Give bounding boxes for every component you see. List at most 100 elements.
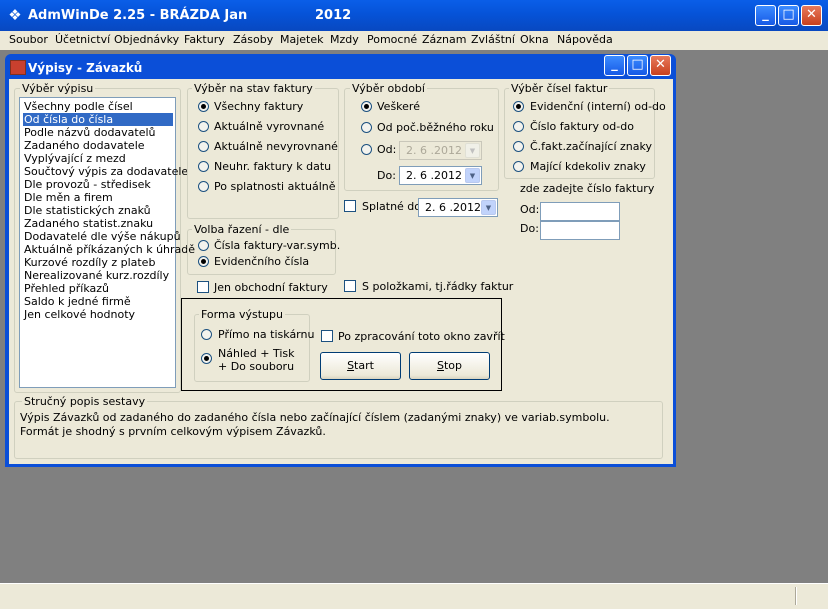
invoice-state-radio-settled[interactable]: [198, 121, 209, 132]
only-business-checkbox[interactable]: [197, 281, 209, 293]
invoice-state-label-settled[interactable]: Aktuálně vyrovnané: [214, 120, 324, 133]
menu-zasoby[interactable]: Zásoby: [233, 33, 273, 46]
invoice-numbers-label-starting[interactable]: Č.fakt.začínající znaky: [530, 140, 652, 153]
list-item[interactable]: Kurzové rozdíly z plateb: [23, 256, 156, 269]
invoice-numbers-radio-starting[interactable]: [513, 141, 524, 152]
invoice-state-label-unsettled[interactable]: Aktuálně nevyrovnané: [214, 140, 338, 153]
menu-okna[interactable]: Okna: [520, 33, 549, 46]
stop-button-hotkey: S: [436, 359, 444, 372]
list-item[interactable]: Dle měn a firem: [23, 191, 114, 204]
app-year: 2012: [315, 8, 352, 23]
period-to-date-picker[interactable]: 2. 6 .2012 ▼: [399, 166, 482, 185]
menu-zaznam[interactable]: Záznam: [422, 33, 466, 46]
invoice-numbers-radio-internal[interactable]: [513, 101, 524, 112]
dialog-close-button[interactable]: ✕: [650, 55, 671, 76]
close-after-checkbox[interactable]: [321, 330, 333, 342]
dropdown-arrow-icon: ▼: [465, 143, 480, 158]
list-item[interactable]: Dle statistických znaků: [23, 204, 152, 217]
list-item[interactable]: Aktuálně příkázaných k úhradě: [23, 243, 196, 256]
period-label-to: Do:: [377, 169, 396, 182]
close-after-label[interactable]: Po zpracování toto okno zavřít: [338, 330, 505, 343]
period-radio-year-start[interactable]: [361, 122, 372, 133]
report-listbox[interactable]: Všechny podle čísel Od čísla do čísla Po…: [19, 97, 195, 388]
description-legend: Stručný popis sestavy: [22, 395, 148, 408]
menu-zvlastni[interactable]: Zvláštní: [471, 33, 515, 46]
due-date-checkbox[interactable]: [344, 200, 356, 212]
list-item[interactable]: Všechny podle čísel: [23, 100, 134, 113]
app-logo-icon[interactable]: ❖: [5, 6, 25, 24]
list-item[interactable]: Vyplývající z mezd: [23, 152, 127, 165]
list-item[interactable]: Saldo k jedné firmě: [23, 295, 132, 308]
invoice-state-label-overdue[interactable]: Po splatnosti aktuálně: [214, 180, 336, 193]
menu-faktury[interactable]: Faktury: [184, 33, 225, 46]
period-to-date-value: 2. 6 .2012: [406, 169, 462, 182]
only-business-label[interactable]: Jen obchodní faktury: [214, 281, 328, 294]
with-items-label[interactable]: S položkami, tj.řádky faktur: [362, 280, 513, 293]
period-label-from[interactable]: Od:: [377, 143, 396, 156]
list-item[interactable]: Přehled příkazů: [23, 282, 110, 295]
menu-majetek[interactable]: Majetek: [280, 33, 324, 46]
menu-soubor[interactable]: Soubor: [9, 33, 48, 46]
list-item[interactable]: Součtový výpis za dodavatele: [23, 165, 189, 178]
output-label-preview-line2[interactable]: + Do souboru: [218, 360, 294, 373]
report-select-legend: Výběr výpisu: [20, 82, 96, 95]
period-label-year-start[interactable]: Od poč.běžného roku: [377, 121, 494, 134]
period-radio-all[interactable]: [361, 101, 372, 112]
invoice-number-from-input[interactable]: [540, 202, 620, 221]
with-items-checkbox[interactable]: [344, 280, 356, 292]
invoice-state-radio-unpaid-at-date[interactable]: [198, 161, 209, 172]
menu-pomocne[interactable]: Pomocné: [367, 33, 417, 46]
list-item[interactable]: Nerealizované kurz.rozdíly: [23, 269, 170, 282]
dialog-maximize-button[interactable]: □: [627, 55, 648, 76]
invoice-numbers-label-internal[interactable]: Evidenční (interní) od-do: [530, 100, 666, 113]
output-radio-preview[interactable]: [201, 353, 212, 364]
stop-button[interactable]: Stop: [409, 352, 490, 380]
invoice-numbers-radio-anywhere[interactable]: [513, 161, 524, 172]
app-close-button[interactable]: ✕: [801, 5, 822, 26]
invoice-state-radio-all[interactable]: [198, 101, 209, 112]
invoice-numbers-label-number[interactable]: Číslo faktury od-do: [530, 120, 634, 133]
close-icon: ✕: [655, 57, 666, 72]
invoice-state-label-all[interactable]: Všechny faktury: [214, 100, 303, 113]
maximize-icon: □: [631, 57, 644, 72]
due-date-picker[interactable]: 2. 6 .2012 ▼: [418, 198, 498, 217]
dialog-window-icon[interactable]: [10, 60, 26, 75]
dialog-minimize-button[interactable]: _: [604, 55, 625, 76]
invoice-numbers-radio-number[interactable]: [513, 121, 524, 132]
status-bar-separator: [795, 587, 797, 605]
start-button-label: tart: [354, 359, 374, 372]
menu-napoveda[interactable]: Nápověda: [557, 33, 613, 46]
list-item[interactable]: Podle názvů dodavatelů: [23, 126, 157, 139]
invoice-state-label-unpaid-at-date[interactable]: Neuhr. faktury k datu: [214, 160, 331, 173]
list-item-selected[interactable]: Od čísla do čísla: [23, 113, 173, 126]
invoice-state-legend: Výběr na stav faktury: [192, 82, 315, 95]
list-item[interactable]: Dle provozů - středisek: [23, 178, 152, 191]
sort-label-evidence-number[interactable]: Evidenčního čísla: [214, 255, 309, 268]
app-minimize-button[interactable]: _: [755, 5, 776, 26]
menu-objednavky[interactable]: Objednávky: [114, 33, 179, 46]
output-label-printer[interactable]: Přímo na tiskárnu: [218, 328, 314, 341]
app-maximize-button[interactable]: □: [778, 5, 799, 26]
invoice-numbers-label-anywhere[interactable]: Mající kdekoliv znaky: [530, 160, 646, 173]
list-item[interactable]: Jen celkové hodnoty: [23, 308, 136, 321]
invoice-number-from-label: Od:: [520, 203, 540, 216]
list-item[interactable]: Zadaného dodavatele: [23, 139, 146, 152]
sort-radio-evidence-number[interactable]: [198, 256, 209, 267]
period-from-date-picker[interactable]: 2. 6 .2012 ▼: [399, 141, 482, 160]
list-item[interactable]: Zadaného statist.znaku: [23, 217, 154, 230]
invoice-numbers-legend: Výběr čísel faktur: [509, 82, 610, 95]
start-button[interactable]: Start: [320, 352, 401, 380]
period-label-all[interactable]: Veškeré: [377, 100, 420, 113]
output-label-preview-line1[interactable]: Náhled + Tisk: [218, 347, 295, 360]
output-radio-printer[interactable]: [201, 329, 212, 340]
menu-mzdy[interactable]: Mzdy: [330, 33, 359, 46]
invoice-number-to-input[interactable]: [540, 221, 620, 240]
invoice-state-radio-unsettled[interactable]: [198, 141, 209, 152]
list-item[interactable]: Dodavatelé dle výše nákupů: [23, 230, 182, 243]
due-date-label[interactable]: Splatné do:: [362, 200, 425, 213]
sort-label-invoice-number[interactable]: Čísla faktury-var.symb.: [214, 239, 340, 252]
menu-ucetnictvi[interactable]: Účetnictví: [55, 33, 110, 46]
sort-radio-invoice-number[interactable]: [198, 240, 209, 251]
period-radio-from[interactable]: [361, 144, 372, 155]
invoice-state-radio-overdue[interactable]: [198, 181, 209, 192]
